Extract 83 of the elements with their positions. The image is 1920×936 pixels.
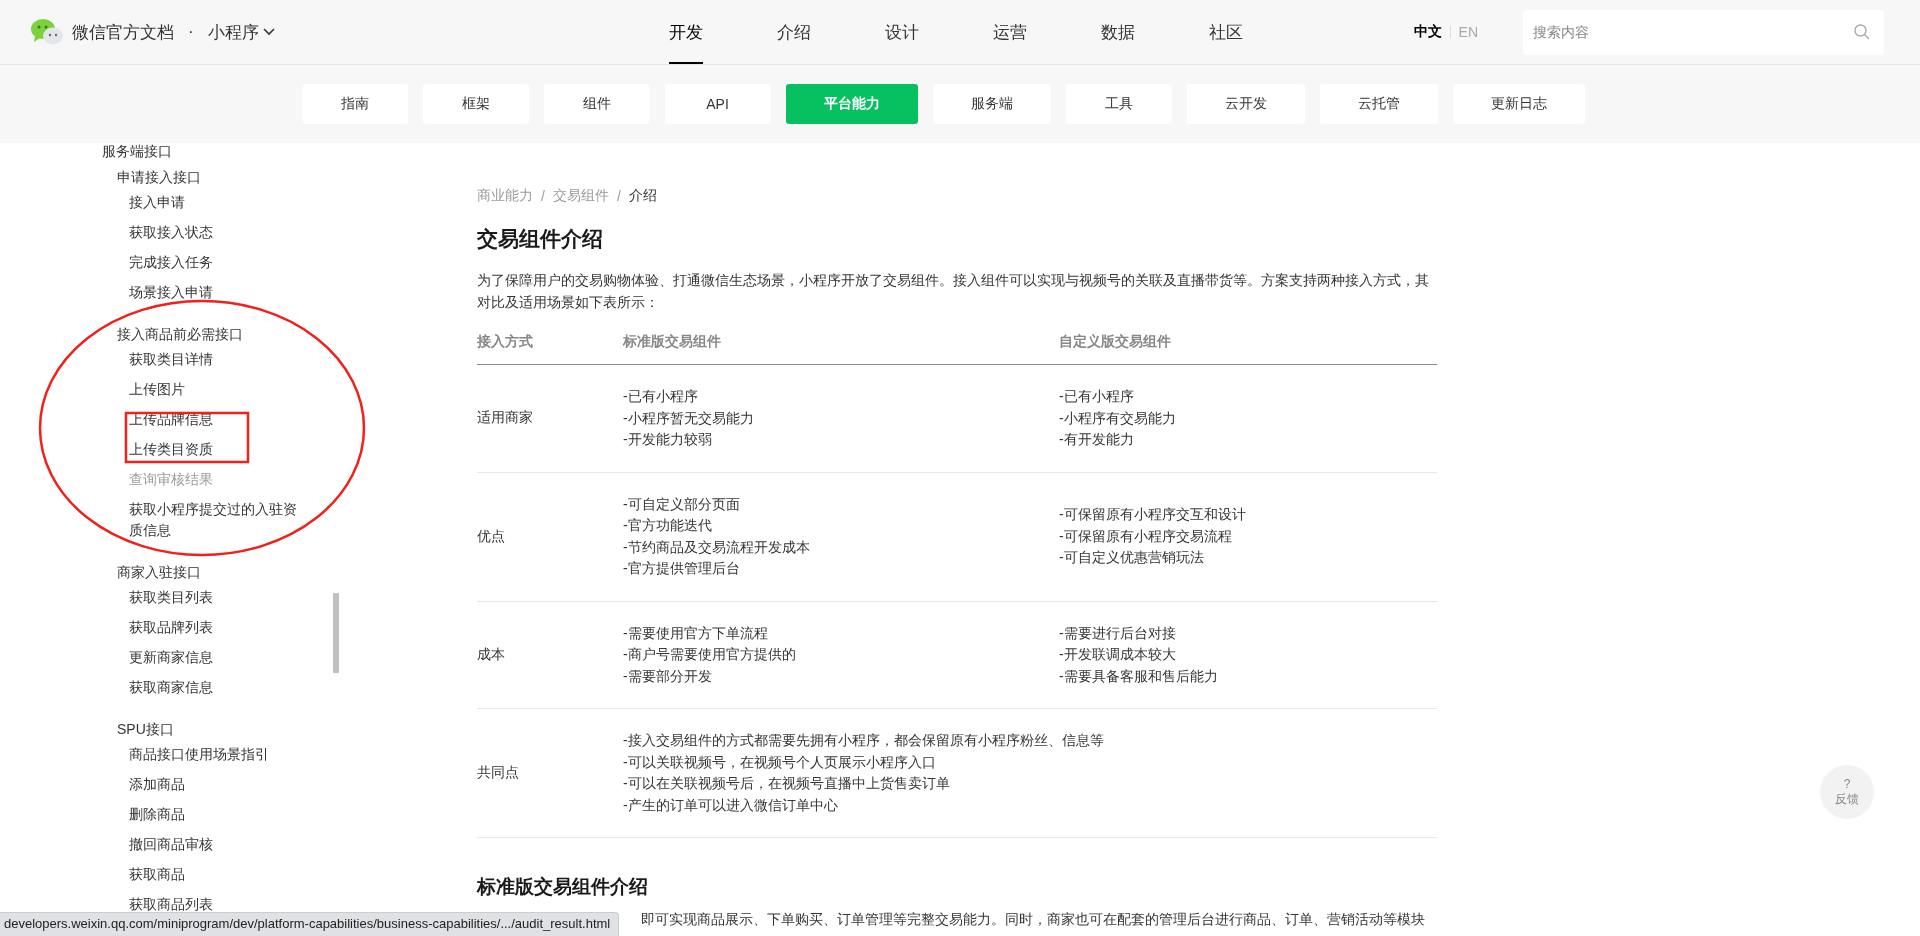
category-tab[interactable]: API [664,84,771,124]
row-label: 适用商家 [477,409,533,426]
sidebar-link[interactable]: 添加商品 [117,769,309,799]
sidebar-link[interactable]: 获取接入状态 [117,217,309,247]
row-label: 共同点 [477,764,519,780]
sidebar-link[interactable]: 获取小程序提交过的入驻资质信息 [117,494,309,545]
section-title: 标准版交易组件介绍 [477,875,649,899]
breadcrumb-link[interactable]: 介绍 [628,187,657,205]
category-tab[interactable]: 工具 [1065,84,1172,124]
sidebar-group[interactable]: 商家入驻接口 [117,556,340,582]
page-title: 交易组件介绍 [477,226,604,252]
cell-line: -已有小程序 [623,387,699,406]
cell-line: -可保留原有小程序交互和设计 [1059,505,1247,525]
category-tab[interactable]: 指南 [301,84,408,124]
sidebar-link[interactable]: 上传图片 [117,374,309,404]
sidebar-link[interactable]: 获取商品 [117,859,309,889]
sidebar-link[interactable]: 完成接入任务 [117,247,309,277]
column-header: 自定义版交易组件 [1059,333,1171,349]
title-separator: · [188,22,194,42]
cell-line: -可自定义部分页面 [623,494,741,514]
cell-line: -可以关联视频号，在视频号个人页展示小程序入口 [623,752,937,772]
cell-line: -已有小程序 [1059,387,1135,406]
sidebar-group[interactable]: 申请接入接口 [117,161,340,187]
breadcrumb-separator: / [541,188,545,204]
row-label: 优点 [477,527,505,544]
sidebar-group[interactable]: 接入商品前必需接口 [117,318,340,344]
url-tooltip: developers.weixin.qq.com/miniprogram/dev/platform-capabilities/business-capabilities/.../audit_result.html [0,912,620,936]
sidebar-link[interactable]: 更新商家信息 [117,642,309,672]
cell-line: -小程序暂无交易能力 [623,408,755,428]
cell-line: -需要部分开发 [623,666,713,686]
cell-line: -需要进行后台对接 [1059,623,1177,643]
sidebar-link[interactable]: 商品接口使用场景指引 [117,739,309,769]
logo-icon [30,18,64,46]
search-icon[interactable] [1854,23,1870,40]
column-header: 标准版交易组件 [623,333,721,349]
language-link[interactable]: 中文 [1413,23,1442,41]
cell-line: -节约商品及交易流程开发成本 [623,537,811,557]
breadcrumb-separator: / [616,188,621,204]
sidebar-link[interactable]: 场景接入申请 [117,277,309,307]
cell-line: -商户号需要使用官方提供的 [623,645,797,664]
sidebar-link[interactable]: 上传类目资质 [117,434,309,464]
cell-line: -需要使用官方下单流程 [623,623,769,643]
column-header: 接入方式 [477,333,533,349]
category-tab[interactable]: 云开发 [1186,84,1305,124]
category-tab[interactable]: 框架 [422,84,529,124]
sidebar-link[interactable]: 获取商家信息 [117,672,309,702]
nav-tab[interactable]: 数据 [1101,0,1135,64]
cell-line: -开发联调成本较大 [1059,645,1177,664]
cell-line: -有开发能力 [1059,430,1135,449]
nav-tab[interactable]: 设计 [885,0,919,64]
intro-paragraph: 为了保障用户的交易购物体验、打通微信生态场景，小程序开放了交易组件。接入组件可以实现与视频号的关联及直播带货等。方案支持两种接入方式，其对比及适用场景如下表所示： [477,271,1430,312]
cell-line: -官方提供管理后台 [623,559,741,578]
sidebar-link[interactable]: 撤回商品审核 [117,829,309,859]
sidebar-section[interactable]: 服务端接口 [102,143,340,161]
product-dropdown[interactable]: 小程序 [207,20,275,44]
sidebar-link[interactable]: 获取类目详情 [117,344,309,374]
category-tab[interactable]: 云托管 [1319,84,1438,124]
sidebar-link[interactable]: 接入申请 [117,187,309,217]
cell-line: -产生的订单可以进入微信订单中心 [623,795,839,815]
cell-line: -小程序有交易能力 [1059,408,1177,428]
search-field[interactable]: 搜索内容 [1523,9,1884,55]
nav-tab[interactable]: 社区 [1209,0,1243,64]
nav-tab[interactable]: 运营 [993,0,1027,64]
sidebar-link[interactable]: 删除商品 [117,799,309,829]
category-tab[interactable]: 组件 [543,84,650,124]
cell-line: -可保留原有小程序交易流程 [1059,526,1233,546]
sidebar-group[interactable]: SPU接口 [117,713,340,739]
category-tab[interactable]: 更新日志 [1452,84,1585,124]
site-title[interactable]: 微信官方文档 [72,20,174,44]
nav-tab[interactable]: 开发 [669,0,703,64]
cell-line: -需要具备客服和售后能力 [1059,666,1219,686]
sidebar-link[interactable]: 获取类目列表 [117,582,309,612]
cell-line: -接入交易组件的方式都需要先拥有小程序，都会保留原有小程序粉丝、信息等 [623,731,1105,750]
cell-line: -官方功能迭代 [623,516,713,535]
scrollbar-thumb[interactable] [333,593,339,673]
cell-line: -可自定义优惠营销玩法 [1059,548,1205,568]
cell-line: -开发能力较弱 [623,430,713,449]
chevron-down-icon [262,28,275,36]
sidebar-link[interactable]: 获取品牌列表 [117,612,309,642]
category-tab[interactable]: 服务端 [932,84,1051,124]
cell-line: -可以在关联视频号后，在视频号直播中上货售卖订单 [623,774,951,793]
row-label: 成本 [477,645,505,662]
nav-tab[interactable]: 介绍 [777,0,811,64]
